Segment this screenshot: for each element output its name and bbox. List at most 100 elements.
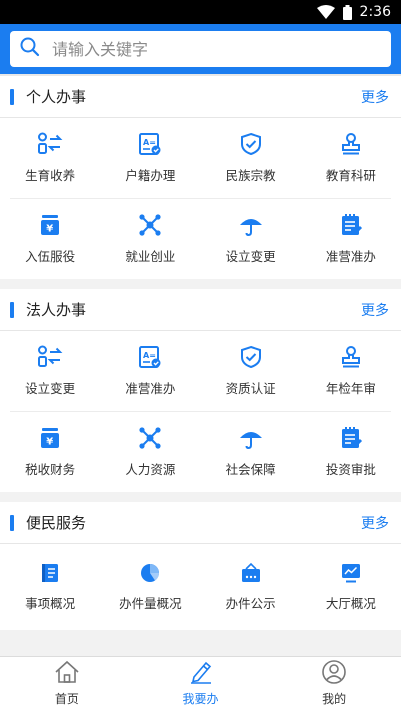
grid-item[interactable]: 事项概况 <box>0 544 100 630</box>
svg-text:A=: A= <box>143 351 156 360</box>
pie-chart-icon <box>139 562 161 584</box>
grid-item-label: 准营准办 <box>125 381 176 396</box>
grid-item[interactable]: A= 准营准办 <box>100 331 200 411</box>
section-title: 便民服务 <box>26 514 87 532</box>
grid-item[interactable]: 办件公示 <box>201 544 301 630</box>
status-time: 2:36 <box>359 4 391 20</box>
money-stack-icon: ¥ <box>38 426 62 450</box>
service-grid: 设立变更 A= 准营准办 资质认证 年检年审 ¥ 税收财务 人力资源 社会保障 投资… <box>0 331 401 492</box>
person-swap-icon <box>37 132 63 156</box>
person-swap-icon <box>37 345 63 369</box>
grid-item-label: 就业创业 <box>125 249 176 264</box>
grid-item-label: 年检年审 <box>325 381 376 396</box>
notice-board-icon <box>240 562 262 584</box>
nav-label: 我的 <box>322 692 347 706</box>
more-link[interactable]: 更多 <box>361 87 389 107</box>
grid-item-label: 设立变更 <box>25 381 76 396</box>
user-icon <box>321 660 347 687</box>
svg-text:¥: ¥ <box>46 437 53 448</box>
more-link[interactable]: 更多 <box>361 300 389 320</box>
grid-item-label: 税收财务 <box>25 462 76 477</box>
notepad-icon <box>339 426 363 450</box>
home-icon <box>54 660 80 687</box>
search-icon <box>20 37 40 61</box>
section-title: 法人办事 <box>26 301 87 319</box>
grid-item[interactable]: 大厅概况 <box>301 544 401 630</box>
section-header: 便民服务 更多 <box>0 502 401 544</box>
grid-item[interactable]: 就业创业 <box>100 199 200 279</box>
id-card-icon: A= <box>138 132 162 156</box>
service-grid: 事项概况 办件量概况 办件公示 大厅概况 <box>0 544 401 630</box>
svg-text:A=: A= <box>143 138 156 147</box>
grid-item[interactable]: A= 户籍办理 <box>100 118 200 198</box>
nav-item-mine[interactable]: 我的 <box>267 657 401 710</box>
stamp-icon <box>339 132 363 156</box>
id-card-icon: A= <box>138 345 162 369</box>
grid-item-label: 民族宗教 <box>225 168 276 183</box>
grid-item-label: 设立变更 <box>225 249 276 264</box>
grid-item-label: 资质认证 <box>225 381 276 396</box>
grid-item-label: 大厅概况 <box>325 596 376 611</box>
notepad-icon <box>339 213 363 237</box>
grid-item[interactable]: ¥ 税收财务 <box>0 412 100 492</box>
grid-item-label: 户籍办理 <box>125 168 176 183</box>
shield-check-icon <box>239 132 263 156</box>
grid-item[interactable]: 设立变更 <box>201 199 301 279</box>
grid-item[interactable]: 投资审批 <box>301 412 401 492</box>
list-book-icon <box>39 562 61 584</box>
stamp-icon <box>339 345 363 369</box>
monitor-chart-icon <box>340 562 362 584</box>
umbrella-icon <box>239 426 263 450</box>
network-icon <box>138 213 162 237</box>
grid-item-label: 事项概况 <box>25 596 76 611</box>
grid-item-label: 教育科研 <box>325 168 376 183</box>
section-personal: 个人办事 更多 生育收养 A= 户籍办理 民族宗教 教育科研 ¥ 入伍服役 就业创业… <box>0 74 401 279</box>
section-header: 个人办事 更多 <box>0 76 401 118</box>
nav-label: 首页 <box>54 692 79 706</box>
grid-item[interactable]: ¥ 入伍服役 <box>0 199 100 279</box>
grid-item-label: 入伍服役 <box>25 249 76 264</box>
pencil-icon <box>188 660 214 687</box>
grid-item[interactable]: 年检年审 <box>301 331 401 411</box>
grid-item-label: 生育收养 <box>25 168 76 183</box>
section-accent-bar <box>10 88 14 105</box>
network-icon <box>138 426 162 450</box>
search-header <box>0 24 401 74</box>
more-link[interactable]: 更多 <box>361 513 389 533</box>
money-stack-icon: ¥ <box>38 213 62 237</box>
nav-item-home[interactable]: 首页 <box>0 657 134 710</box>
svg-text:¥: ¥ <box>46 224 53 235</box>
service-grid: 生育收养 A= 户籍办理 民族宗教 教育科研 ¥ 入伍服役 就业创业 设立变更 准营… <box>0 118 401 279</box>
grid-item-label: 办件量概况 <box>119 596 182 611</box>
grid-item[interactable]: 办件量概况 <box>100 544 200 630</box>
grid-item[interactable]: 设立变更 <box>0 331 100 411</box>
grid-item-label: 人力资源 <box>125 462 176 477</box>
section-accent-bar <box>10 301 14 318</box>
section-header: 法人办事 更多 <box>0 289 401 331</box>
search-box[interactable] <box>10 31 391 67</box>
section-corporate: 法人办事 更多 设立变更 A= 准营准办 资质认证 年检年审 ¥ 税收财务 人力资源… <box>0 289 401 492</box>
nav-item-todo[interactable]: 我要办 <box>134 657 268 710</box>
grid-item[interactable]: 准营准办 <box>301 199 401 279</box>
grid-item[interactable]: 生育收养 <box>0 118 100 198</box>
wifi-icon <box>316 5 335 19</box>
grid-item-label: 办件公示 <box>225 596 276 611</box>
battery-icon <box>342 4 352 20</box>
status-bar: 2:36 <box>0 0 401 24</box>
search-input[interactable] <box>52 39 352 59</box>
grid-item[interactable]: 人力资源 <box>100 412 200 492</box>
grid-item[interactable]: 民族宗教 <box>201 118 301 198</box>
shield-check-icon <box>239 345 263 369</box>
umbrella-icon <box>239 213 263 237</box>
section-accent-bar <box>10 514 14 531</box>
grid-item[interactable]: 社会保障 <box>201 412 301 492</box>
grid-item[interactable]: 教育科研 <box>301 118 401 198</box>
section-convenience: 便民服务 更多 事项概况 办件量概况 办件公示 大厅概况 <box>0 502 401 630</box>
grid-item[interactable]: 资质认证 <box>201 331 301 411</box>
grid-item-label: 准营准办 <box>325 249 376 264</box>
grid-item-label: 投资审批 <box>325 462 376 477</box>
nav-label: 我要办 <box>182 692 219 706</box>
grid-item-label: 社会保障 <box>225 462 276 477</box>
section-title: 个人办事 <box>26 88 87 106</box>
bottom-nav: 首页 我要办 我的 <box>0 656 401 710</box>
